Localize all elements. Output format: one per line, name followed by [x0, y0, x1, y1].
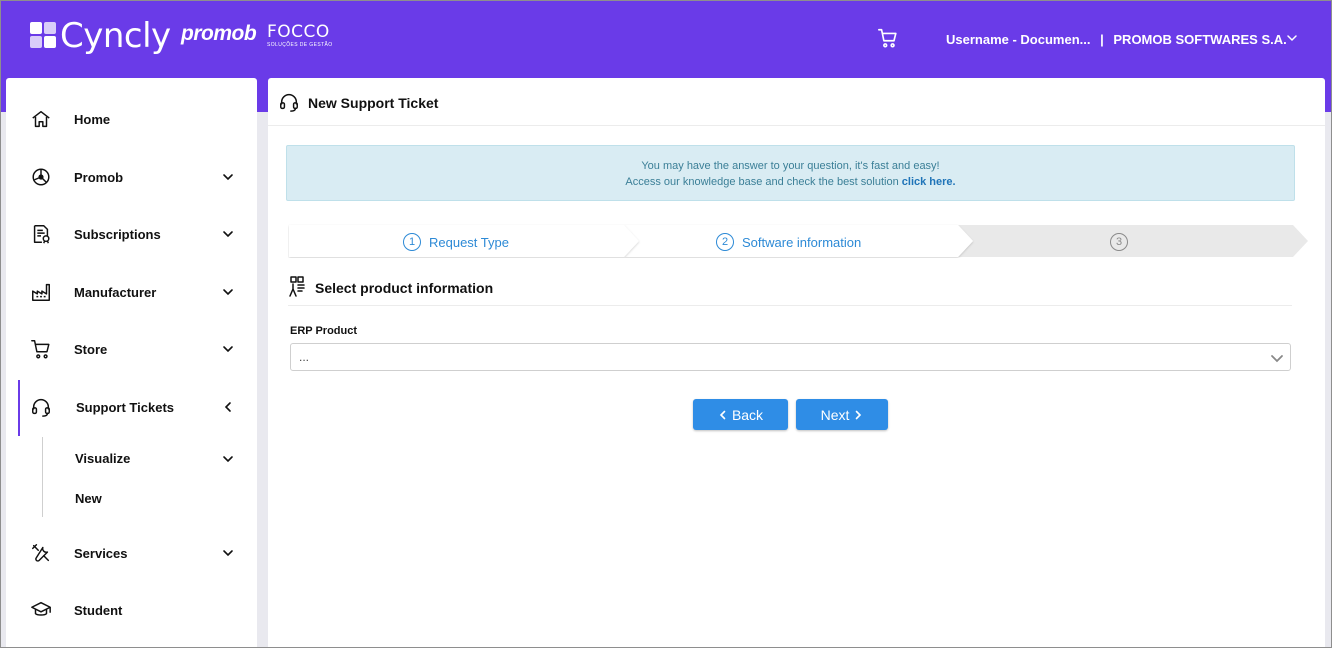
separator: |	[1100, 32, 1104, 47]
sidebar-item-promob[interactable]: Promob	[6, 157, 257, 197]
factory-icon	[32, 283, 50, 301]
cyncly-logo[interactable]: Cyncly	[30, 16, 171, 56]
subscriptions-icon	[33, 225, 50, 244]
chevron-left-icon	[719, 410, 726, 419]
step-request-type[interactable]: 1 Request Type	[403, 233, 509, 251]
back-button[interactable]: Back	[693, 399, 788, 430]
chevron-down-icon	[1271, 355, 1283, 363]
sidebar-item-label: Student	[74, 602, 123, 618]
step-number: 1	[403, 233, 421, 251]
graduation-cap-icon	[31, 601, 51, 616]
focco-logo: FOCCO SOLUÇÕES DE GESTÃO	[267, 22, 333, 49]
headset-icon	[280, 94, 298, 112]
sidebar-item-services[interactable]: Services	[6, 533, 257, 573]
sidebar-item-label: Promob	[74, 169, 124, 185]
sidebar-item-label: Support Tickets	[76, 399, 175, 415]
chevron-down-icon[interactable]	[1286, 32, 1298, 44]
alert-line-1: You may have the answer to your question…	[641, 160, 940, 172]
erp-product-select[interactable]: ...	[290, 343, 1291, 371]
step-label: Software information	[742, 234, 862, 250]
sidebar-subitem-visualize[interactable]: Visualize	[75, 451, 130, 466]
submenu-line	[42, 437, 43, 517]
sidebar-item-subscriptions[interactable]: Subscriptions	[6, 214, 257, 254]
focco-tagline: SOLUÇÕES DE GESTÃO	[267, 42, 333, 48]
step-number: 2	[716, 233, 734, 251]
cart-icon	[31, 340, 50, 359]
home-icon	[32, 110, 50, 128]
chevron-right-icon	[856, 410, 862, 419]
sidebar-item-label: Manufacturer	[74, 284, 157, 300]
sidebar: Home Promob Subscriptions Manufacturer S…	[6, 78, 257, 648]
user-menu[interactable]: Username - Documen... | PROMOB SOFTWARES…	[946, 32, 1287, 47]
sidebar-item-label: Store	[74, 341, 108, 357]
sidebar-item-store[interactable]: Store	[6, 329, 257, 369]
chevron-down-icon[interactable]	[222, 343, 234, 355]
step-3: 3	[1110, 233, 1136, 251]
focco-name: FOCCO	[267, 22, 330, 42]
main-panel: New Support Ticket You may have the answ…	[268, 78, 1325, 648]
chevron-down-icon[interactable]	[222, 286, 234, 298]
cyncly-logo-icon	[30, 22, 56, 50]
sidebar-item-label: Services	[74, 545, 128, 561]
promob-icon	[32, 168, 50, 186]
sidebar-item-home[interactable]: Home	[6, 99, 257, 139]
chevron-down-icon[interactable]	[222, 547, 234, 559]
cart-icon[interactable]	[877, 27, 899, 49]
next-button[interactable]: Next	[796, 399, 888, 430]
chevron-down-icon[interactable]	[222, 171, 234, 183]
section-title: Select product information	[315, 280, 494, 296]
brand-name: Cyncly	[60, 16, 171, 56]
back-label: Back	[731, 406, 764, 423]
alert-line-2: Access our knowledge base and check the …	[287, 174, 1294, 190]
knowledge-base-alert: You may have the answer to your question…	[286, 145, 1295, 201]
stepper: 1 Request Type 2 Software information 3	[288, 224, 1308, 258]
alert-text: Access our knowledge base and check the …	[625, 176, 899, 188]
next-label: Next	[820, 406, 850, 423]
company-name: PROMOB SOFTWARES S.A.	[1113, 32, 1287, 47]
sidebar-item-label: Home	[74, 111, 111, 127]
sidebar-item-support-tickets[interactable]: Support Tickets	[6, 387, 257, 427]
step-label: Request Type	[429, 234, 509, 250]
section-header: Select product information	[288, 276, 1292, 306]
sidebar-item-manufacturer[interactable]: Manufacturer	[6, 272, 257, 312]
select-value: ...	[299, 350, 310, 364]
headset-icon	[32, 399, 50, 417]
click-here-link[interactable]: click here.	[902, 176, 956, 188]
page-header: New Support Ticket	[268, 78, 1325, 126]
sidebar-item-label: Subscriptions	[74, 226, 161, 242]
sidebar-subitem-new[interactable]: New	[75, 491, 102, 506]
step-number: 3	[1110, 233, 1128, 251]
product-icon	[289, 276, 305, 297]
sidebar-item-student[interactable]: Student	[6, 590, 257, 630]
promob-logo: promob	[181, 22, 257, 45]
tools-icon	[32, 544, 50, 562]
chevron-down-icon[interactable]	[222, 453, 234, 465]
chevron-down-icon[interactable]	[222, 228, 234, 240]
page-title: New Support Ticket	[308, 95, 439, 111]
chevron-left-icon[interactable]	[222, 401, 234, 413]
step-software-information[interactable]: 2 Software information	[716, 233, 861, 251]
erp-product-label: ERP Product	[290, 325, 358, 337]
username: Username - Documen...	[946, 32, 1091, 47]
